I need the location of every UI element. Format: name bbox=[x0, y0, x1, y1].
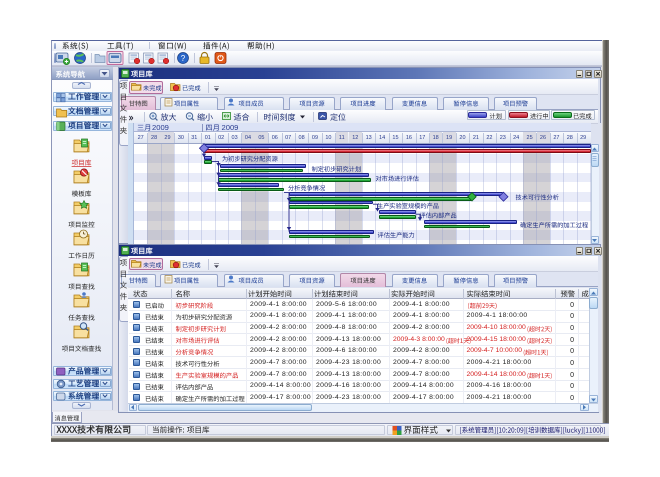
svg-text:?: ? bbox=[181, 54, 186, 63]
